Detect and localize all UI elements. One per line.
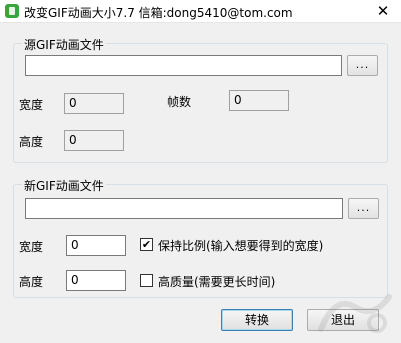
source-width-label: 宽度 <box>19 98 44 112</box>
source-frames-value: 0 <box>229 90 289 111</box>
new-browse-button[interactable]: ... <box>348 198 379 219</box>
convert-button[interactable]: 转换 <box>221 309 293 331</box>
high-quality-checkbox[interactable] <box>140 274 153 287</box>
source-height-label: 高度 <box>19 135 44 149</box>
source-gif-legend: 源GIF动画文件 <box>22 36 106 53</box>
source-width-value: 0 <box>64 93 124 114</box>
app-icon <box>5 4 19 18</box>
new-file-path-field[interactable] <box>25 198 343 219</box>
keep-ratio-label[interactable]: 保持比例(输入想要得到的宽度) <box>158 237 323 254</box>
new-gif-legend: 新GIF动画文件 <box>22 177 106 194</box>
source-height-value: 0 <box>64 130 124 151</box>
check-icon: ✔ <box>141 238 152 251</box>
high-quality-label[interactable]: 高质量(需要更长时间) <box>158 273 275 290</box>
new-width-input[interactable]: 0 <box>66 235 126 256</box>
source-browse-button[interactable]: ... <box>347 55 378 76</box>
new-height-label: 高度 <box>19 275 44 289</box>
new-height-input[interactable]: 0 <box>66 270 126 291</box>
keep-ratio-checkbox[interactable]: ✔ <box>140 238 153 251</box>
title-bar: 改变GIF动画大小7.7 信箱:dong5410@tom.com ✕ <box>0 0 401 23</box>
new-width-label: 宽度 <box>19 240 44 254</box>
window-title: 改变GIF动画大小7.7 信箱:dong5410@tom.com <box>24 6 293 20</box>
close-icon[interactable]: ✕ <box>373 1 393 21</box>
watermark-logo <box>318 294 392 333</box>
source-file-path-field[interactable] <box>25 55 342 76</box>
source-frames-label: 帧数 <box>167 95 192 109</box>
